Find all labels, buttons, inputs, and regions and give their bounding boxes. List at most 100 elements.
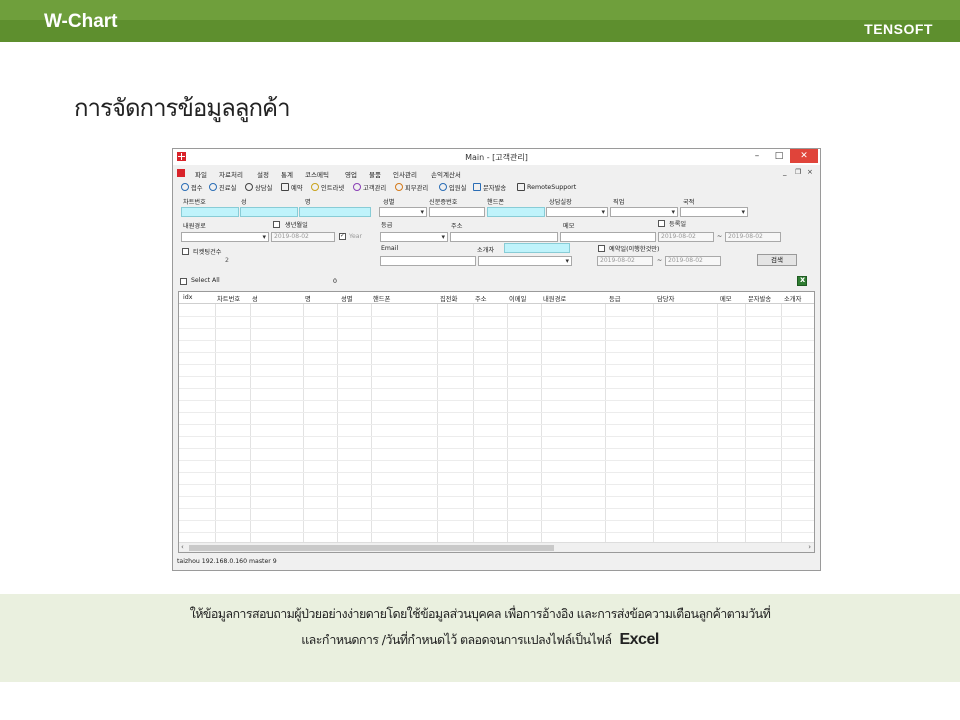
- chart-no-input[interactable]: [181, 207, 239, 217]
- label-mobile: 핸드폰: [487, 199, 505, 206]
- res-from-picker[interactable]: 2019-08-02: [597, 256, 653, 266]
- label-nationality: 국적: [683, 199, 695, 206]
- menu-bar: 파일 자료처리 설정 통계 코스메틱 영업 물품 인사관리 손익계산서 _ ❐ …: [173, 166, 820, 179]
- tool-skin-care[interactable]: 피부관리: [395, 182, 428, 192]
- calendar-icon: [281, 183, 289, 191]
- menu-file[interactable]: 파일: [195, 169, 207, 179]
- birth-checkbox[interactable]: [273, 221, 280, 228]
- excel-export-icon[interactable]: [797, 275, 807, 286]
- caption-line-1: ให้ข้อมูลการสอบถามผู้ป่วยอย่างง่ายดายโดย…: [189, 606, 771, 621]
- tool-exam-room[interactable]: 진료실: [209, 182, 236, 192]
- horizontal-scrollbar[interactable]: ‹ ›: [179, 542, 814, 552]
- close-button[interactable]: ✕: [790, 149, 818, 163]
- col-manager[interactable]: 담당자: [657, 294, 674, 303]
- label-referrer: 소개자: [477, 247, 495, 254]
- memo-input[interactable]: [560, 232, 656, 242]
- reg-to-picker[interactable]: 2019-08-02: [725, 232, 781, 242]
- label-select-all: Select All: [191, 277, 220, 284]
- menu-cosmetic[interactable]: 코스메틱: [305, 169, 329, 179]
- label-address: 주소: [451, 223, 463, 230]
- referrer-select[interactable]: [478, 256, 572, 266]
- consult-room-icon: [245, 183, 253, 191]
- grade-select[interactable]: [380, 232, 448, 242]
- referrer-input[interactable]: [504, 243, 570, 253]
- scroll-right-icon[interactable]: ›: [808, 543, 811, 551]
- label-email: Email: [381, 245, 399, 252]
- col-visit-route[interactable]: 내원경로: [543, 294, 566, 303]
- year-checkbox[interactable]: [339, 232, 346, 240]
- menu-stats[interactable]: 통계: [281, 169, 293, 179]
- exam-room-icon: [209, 183, 217, 191]
- menu-app-icon: [177, 169, 185, 177]
- tool-inpatient-label: 입원실: [449, 184, 467, 192]
- label-first-name: 명: [305, 199, 311, 206]
- top-banner: [0, 0, 960, 42]
- ticketing-checkbox[interactable]: [182, 248, 189, 255]
- mdi-close-button[interactable]: ×: [807, 168, 813, 176]
- col-email[interactable]: 이메일: [509, 294, 526, 303]
- col-first-name[interactable]: 명: [305, 294, 311, 303]
- tool-remote-support[interactable]: RemoteSupport: [517, 182, 576, 192]
- col-grade[interactable]: 등급: [609, 294, 621, 303]
- maximize-button[interactable]: □: [768, 149, 790, 163]
- col-referrer[interactable]: 소개자: [784, 294, 801, 303]
- mdi-restore-button[interactable]: ❐: [795, 168, 801, 176]
- nationality-select[interactable]: [680, 207, 748, 217]
- tool-reservation[interactable]: 예약: [281, 182, 303, 192]
- customer-icon: [353, 183, 361, 191]
- reservation-checkbox[interactable]: [598, 245, 605, 252]
- id-number-input[interactable]: [429, 207, 485, 217]
- col-last-name[interactable]: 성: [252, 294, 258, 303]
- col-address[interactable]: 주소: [475, 294, 487, 303]
- res-to-picker[interactable]: 2019-08-02: [665, 256, 721, 266]
- menu-sales[interactable]: 영업: [345, 169, 357, 179]
- birth-date-picker[interactable]: 2019-08-02: [271, 232, 335, 242]
- mobile-input[interactable]: [487, 207, 545, 217]
- menu-hr[interactable]: 인사관리: [393, 169, 417, 179]
- tool-sms-label: 문자발송: [483, 184, 507, 192]
- select-all-checkbox[interactable]: [180, 278, 187, 285]
- col-idx[interactable]: idx: [183, 294, 192, 301]
- menu-income-statement[interactable]: 손익계산서: [431, 169, 461, 179]
- reception-icon: [181, 183, 189, 191]
- email-input[interactable]: [380, 256, 476, 266]
- tool-exam-room-label: 진료실: [219, 184, 237, 192]
- col-mobile[interactable]: 핸드폰: [373, 294, 390, 303]
- mdi-minimize-button[interactable]: _: [783, 168, 787, 176]
- scroll-thumb[interactable]: [189, 545, 554, 551]
- label-year: Year: [349, 233, 363, 240]
- menu-goods[interactable]: 물품: [369, 169, 381, 179]
- reg-from-picker[interactable]: 2019-08-02: [658, 232, 714, 242]
- col-chart-no[interactable]: 차트번호: [217, 294, 240, 303]
- reg-tilde: ~: [717, 233, 723, 240]
- counselor-select[interactable]: [546, 207, 608, 217]
- search-button[interactable]: 검색: [757, 254, 797, 266]
- tool-reception[interactable]: 접수: [181, 182, 203, 192]
- col-gender[interactable]: 성별: [341, 294, 353, 303]
- job-select[interactable]: [610, 207, 678, 217]
- gender-select[interactable]: [379, 207, 427, 217]
- app-window: Main - [고객관리] – □ ✕ 파일 자료처리 설정 통계 코스메틱 영…: [172, 148, 821, 571]
- first-name-input[interactable]: [299, 207, 371, 217]
- last-name-input[interactable]: [240, 207, 298, 217]
- address-input[interactable]: [450, 232, 558, 242]
- tool-intranet[interactable]: 인트라넷: [311, 182, 344, 192]
- tool-reservation-label: 예약: [291, 184, 303, 192]
- sms-icon: [473, 183, 481, 191]
- label-chart-no: 차트번호: [183, 199, 206, 206]
- tool-inpatient[interactable]: 입원실: [439, 182, 466, 192]
- col-memo[interactable]: 메모: [720, 294, 732, 303]
- reg-date-checkbox[interactable]: [658, 220, 665, 227]
- col-home-phone[interactable]: 집전화: [440, 294, 457, 303]
- minimize-button[interactable]: –: [746, 149, 768, 163]
- tool-remote-support-label: RemoteSupport: [527, 183, 577, 191]
- visit-route-select[interactable]: [181, 232, 269, 242]
- scroll-left-icon[interactable]: ‹: [181, 543, 184, 551]
- ticketing-count: 2: [225, 257, 229, 264]
- menu-data[interactable]: 자료처리: [219, 169, 243, 179]
- tool-customer-mgmt[interactable]: 고객관리: [353, 182, 386, 192]
- menu-settings[interactable]: 설정: [257, 169, 269, 179]
- col-sms[interactable]: 문자발송: [748, 294, 771, 303]
- tool-sms[interactable]: 문자발송: [473, 182, 506, 192]
- tool-consult-room[interactable]: 상담실: [245, 182, 272, 192]
